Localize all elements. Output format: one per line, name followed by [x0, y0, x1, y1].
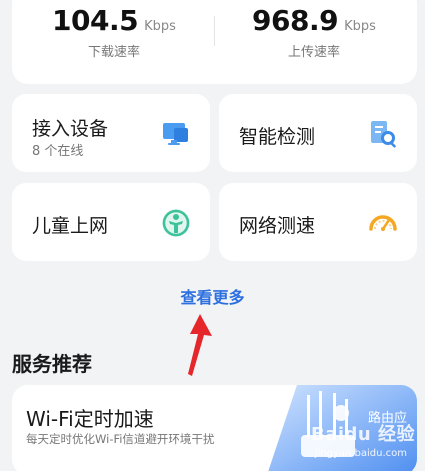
speed-card: 104.5 Kbps 下载速率 968.9 Kbps 上传速率 — [12, 0, 417, 84]
tile-child-internet[interactable]: 儿童上网 — [12, 183, 210, 261]
speed-divider — [214, 16, 215, 46]
upload-speed-unit: Kbps — [344, 19, 376, 34]
tile-title: 网络测速 — [239, 215, 316, 237]
tile-title: 智能检测 — [239, 126, 316, 148]
service-description: 每天定时优化Wi-Fi信道避开环境干扰 — [26, 432, 215, 446]
devices-icon — [163, 123, 188, 145]
tile-title: 接入设备 — [32, 118, 109, 140]
tile-connected-devices[interactable]: 接入设备 8 个在线 — [12, 94, 210, 172]
red-arrow-annotation-icon — [188, 314, 212, 376]
section-title-service: 服务推荐 — [12, 352, 92, 376]
upload-speed: 968.9 Kbps 上传速率 — [224, 4, 404, 60]
tile-title: 儿童上网 — [32, 215, 109, 237]
upload-speed-label: 上传速率 — [287, 45, 340, 60]
download-speed-unit: Kbps — [144, 19, 176, 34]
service-title: Wi-Fi定时加速 — [26, 407, 154, 431]
watermark-text: Baidu 经验 — [310, 424, 415, 445]
tile-subtitle: 8 个在线 — [32, 144, 84, 159]
download-speed-label: 下载速率 — [87, 45, 140, 60]
view-more-link[interactable]: 查看更多 — [0, 284, 425, 308]
speedometer-icon — [369, 215, 397, 231]
tile-smart-check[interactable]: 智能检测 — [219, 94, 417, 172]
download-speed-value: 104.5 — [52, 4, 139, 37]
child-icon — [162, 209, 190, 237]
watermark-url: jingyan.baidu.com — [314, 448, 407, 459]
download-speed: 104.5 Kbps 下载速率 — [24, 4, 204, 60]
tile-speed-test[interactable]: 网络测速 — [219, 183, 417, 261]
upload-speed-value: 968.9 — [252, 4, 339, 37]
smart-check-icon — [371, 121, 396, 148]
